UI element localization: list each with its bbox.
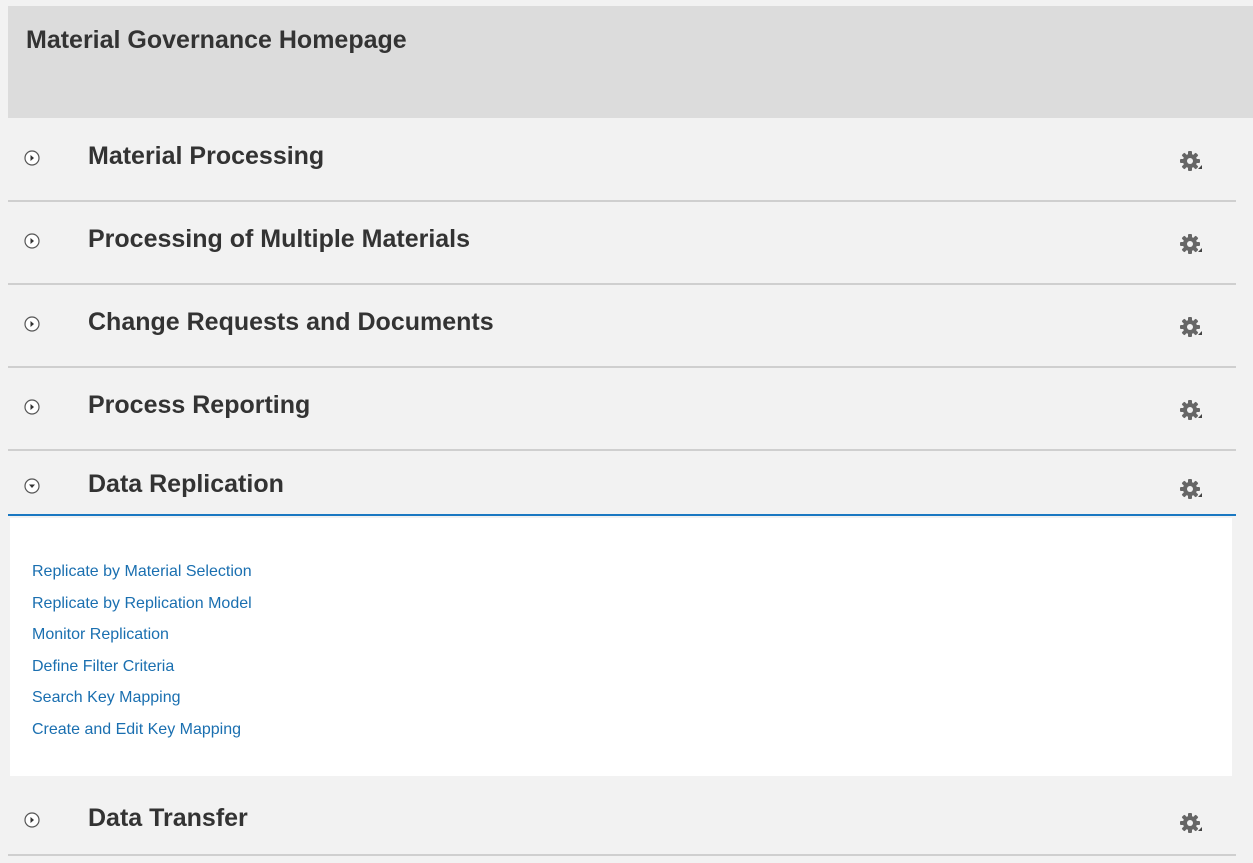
chevron-right-circle-icon[interactable]: [24, 150, 40, 166]
chevron-right-circle-icon[interactable]: [24, 812, 40, 828]
gear-icon[interactable]: [1179, 231, 1205, 257]
section-process-reporting[interactable]: Process Reporting: [8, 367, 1236, 451]
section-title: Material Processing: [88, 142, 325, 170]
link-replicate-by-material-selection[interactable]: Replicate by Material Selection: [32, 556, 252, 588]
link-list: Replicate by Material Selection Replicat…: [32, 556, 252, 745]
section-data-replication[interactable]: Data Replication: [8, 450, 1236, 516]
chevron-down-circle-icon[interactable]: [24, 478, 40, 494]
chevron-right-circle-icon[interactable]: [24, 399, 40, 415]
gear-icon[interactable]: [1179, 148, 1205, 174]
section-title: Data Replication: [88, 470, 284, 498]
link-search-key-mapping[interactable]: Search Key Mapping: [32, 682, 252, 714]
section-title: Data Transfer: [88, 804, 248, 832]
gear-icon[interactable]: [1179, 397, 1205, 423]
link-define-filter-criteria[interactable]: Define Filter Criteria: [32, 651, 252, 683]
link-replicate-by-replication-model[interactable]: Replicate by Replication Model: [32, 588, 252, 620]
section-material-processing[interactable]: Material Processing: [8, 118, 1236, 202]
page-header: Material Governance Homepage: [8, 6, 1253, 118]
gear-icon[interactable]: [1179, 476, 1205, 502]
chevron-right-circle-icon[interactable]: [24, 233, 40, 249]
gear-icon[interactable]: [1179, 314, 1205, 340]
section-title: Process Reporting: [88, 391, 311, 419]
gear-icon[interactable]: [1179, 810, 1205, 836]
link-create-and-edit-key-mapping[interactable]: Create and Edit Key Mapping: [32, 714, 252, 746]
link-monitor-replication[interactable]: Monitor Replication: [32, 619, 252, 651]
chevron-right-circle-icon[interactable]: [24, 316, 40, 332]
section-title: Change Requests and Documents: [88, 308, 494, 336]
data-replication-panel: Replicate by Material Selection Replicat…: [10, 518, 1232, 776]
section-title: Processing of Multiple Materials: [88, 225, 471, 253]
page-title: Material Governance Homepage: [26, 26, 407, 54]
section-change-requests-and-documents[interactable]: Change Requests and Documents: [8, 284, 1236, 368]
section-processing-of-multiple-materials[interactable]: Processing of Multiple Materials: [8, 201, 1236, 285]
section-data-transfer[interactable]: Data Transfer: [8, 776, 1236, 856]
